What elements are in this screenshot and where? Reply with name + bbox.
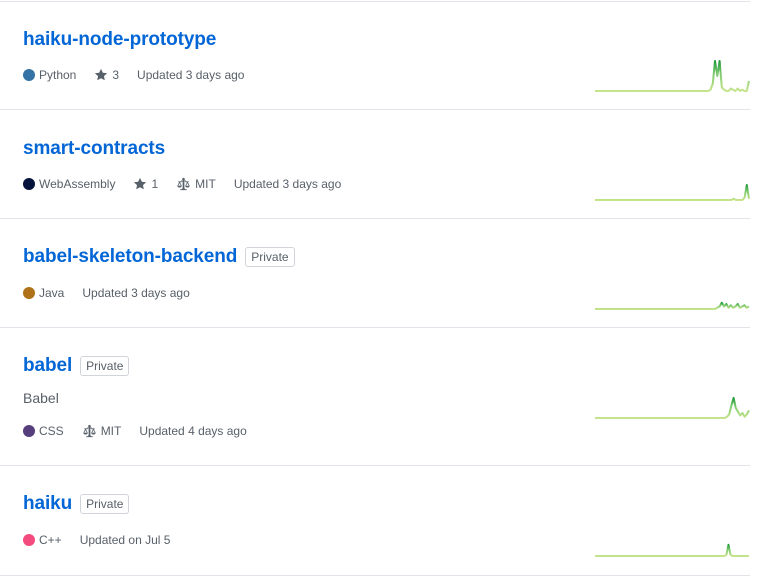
language-color-dot bbox=[23, 178, 35, 190]
activity-sparkline bbox=[595, 301, 750, 310]
stars-count: 3 bbox=[112, 68, 120, 82]
repo-title-row: babel-skeleton-backend Private bbox=[23, 246, 295, 268]
sparkline-path bbox=[595, 543, 749, 557]
updated-time: Updated 4 days ago bbox=[139, 424, 247, 438]
repo-item: haiku Private C++ Updated on Jul 5 bbox=[0, 466, 750, 576]
repo-meta: Java Updated 3 days ago bbox=[23, 286, 208, 300]
star-icon bbox=[134, 177, 147, 190]
sparkline-path bbox=[595, 301, 750, 310]
language-label: WebAssembly bbox=[39, 177, 116, 191]
sparkline-path bbox=[595, 60, 750, 92]
repo-item: babel-skeleton-backend Private Java Upda… bbox=[0, 219, 750, 328]
license-label: MIT bbox=[100, 424, 122, 438]
language-label: Java bbox=[39, 286, 65, 300]
repo-item: babel Private Babel CSS MIT Updated 4 da… bbox=[0, 328, 750, 466]
updated-time: Updated on Jul 5 bbox=[79, 533, 171, 547]
license-label: MIT bbox=[195, 177, 216, 191]
sparkline-path bbox=[595, 184, 750, 201]
updated-time: Updated 3 days ago bbox=[233, 177, 342, 191]
language: C++ bbox=[23, 533, 62, 547]
repo-title-row: babel Private bbox=[23, 355, 130, 377]
repo-item: haiku-node-prototype Python 3 Updated 3 … bbox=[0, 1, 750, 110]
language-color-dot bbox=[23, 534, 35, 546]
repo-item: smart-contracts WebAssembly 1 MIT Update… bbox=[0, 110, 750, 219]
star-icon bbox=[95, 68, 108, 81]
stars-link[interactable]: 3 bbox=[94, 68, 119, 82]
stars-link[interactable]: 1 bbox=[133, 177, 158, 191]
private-badge: Private bbox=[80, 494, 130, 514]
license: MIT bbox=[176, 177, 216, 191]
repo-title-row: smart-contracts bbox=[23, 138, 165, 160]
repo-title-row: haiku Private bbox=[23, 493, 130, 515]
license: MIT bbox=[82, 424, 122, 438]
language-color-dot bbox=[23, 425, 35, 437]
activity-sparkline bbox=[595, 543, 749, 557]
private-badge: Private bbox=[80, 356, 130, 376]
repo-meta: Python 3 Updated 3 days ago bbox=[23, 68, 262, 82]
language-color-dot bbox=[23, 69, 35, 81]
repo-meta: CSS MIT Updated 4 days ago bbox=[23, 424, 265, 438]
language-color-dot bbox=[23, 287, 35, 299]
repo-description: Babel bbox=[23, 390, 59, 406]
stars-count: 1 bbox=[151, 177, 159, 191]
repo-name-link[interactable]: haiku bbox=[23, 493, 72, 515]
updated-time: Updated 3 days ago bbox=[137, 68, 245, 82]
language-label: C++ bbox=[39, 533, 62, 547]
language-label: CSS bbox=[39, 424, 64, 438]
language: CSS bbox=[23, 424, 64, 438]
repo-name-link[interactable]: babel bbox=[23, 355, 72, 377]
activity-sparkline bbox=[595, 397, 750, 419]
language: Python bbox=[23, 68, 76, 82]
activity-sparkline bbox=[595, 60, 750, 92]
repo-name-link[interactable]: babel-skeleton-backend bbox=[23, 246, 237, 268]
updated-time: Updated 3 days ago bbox=[82, 286, 190, 300]
repo-meta: WebAssembly 1 MIT Updated 3 days ago bbox=[23, 177, 359, 191]
repo-name-link[interactable]: smart-contracts bbox=[23, 138, 165, 160]
repo-name-link[interactable]: haiku-node-prototype bbox=[23, 29, 216, 51]
language: WebAssembly bbox=[23, 177, 115, 191]
private-badge: Private bbox=[245, 247, 295, 267]
law-icon bbox=[83, 424, 96, 438]
sparkline-path bbox=[595, 397, 750, 419]
repo-meta: C++ Updated on Jul 5 bbox=[23, 533, 188, 547]
law-icon bbox=[177, 177, 190, 191]
activity-sparkline bbox=[595, 184, 750, 201]
repo-title-row: haiku-node-prototype bbox=[23, 29, 216, 51]
language: Java bbox=[23, 286, 64, 300]
language-label: Python bbox=[39, 68, 77, 82]
